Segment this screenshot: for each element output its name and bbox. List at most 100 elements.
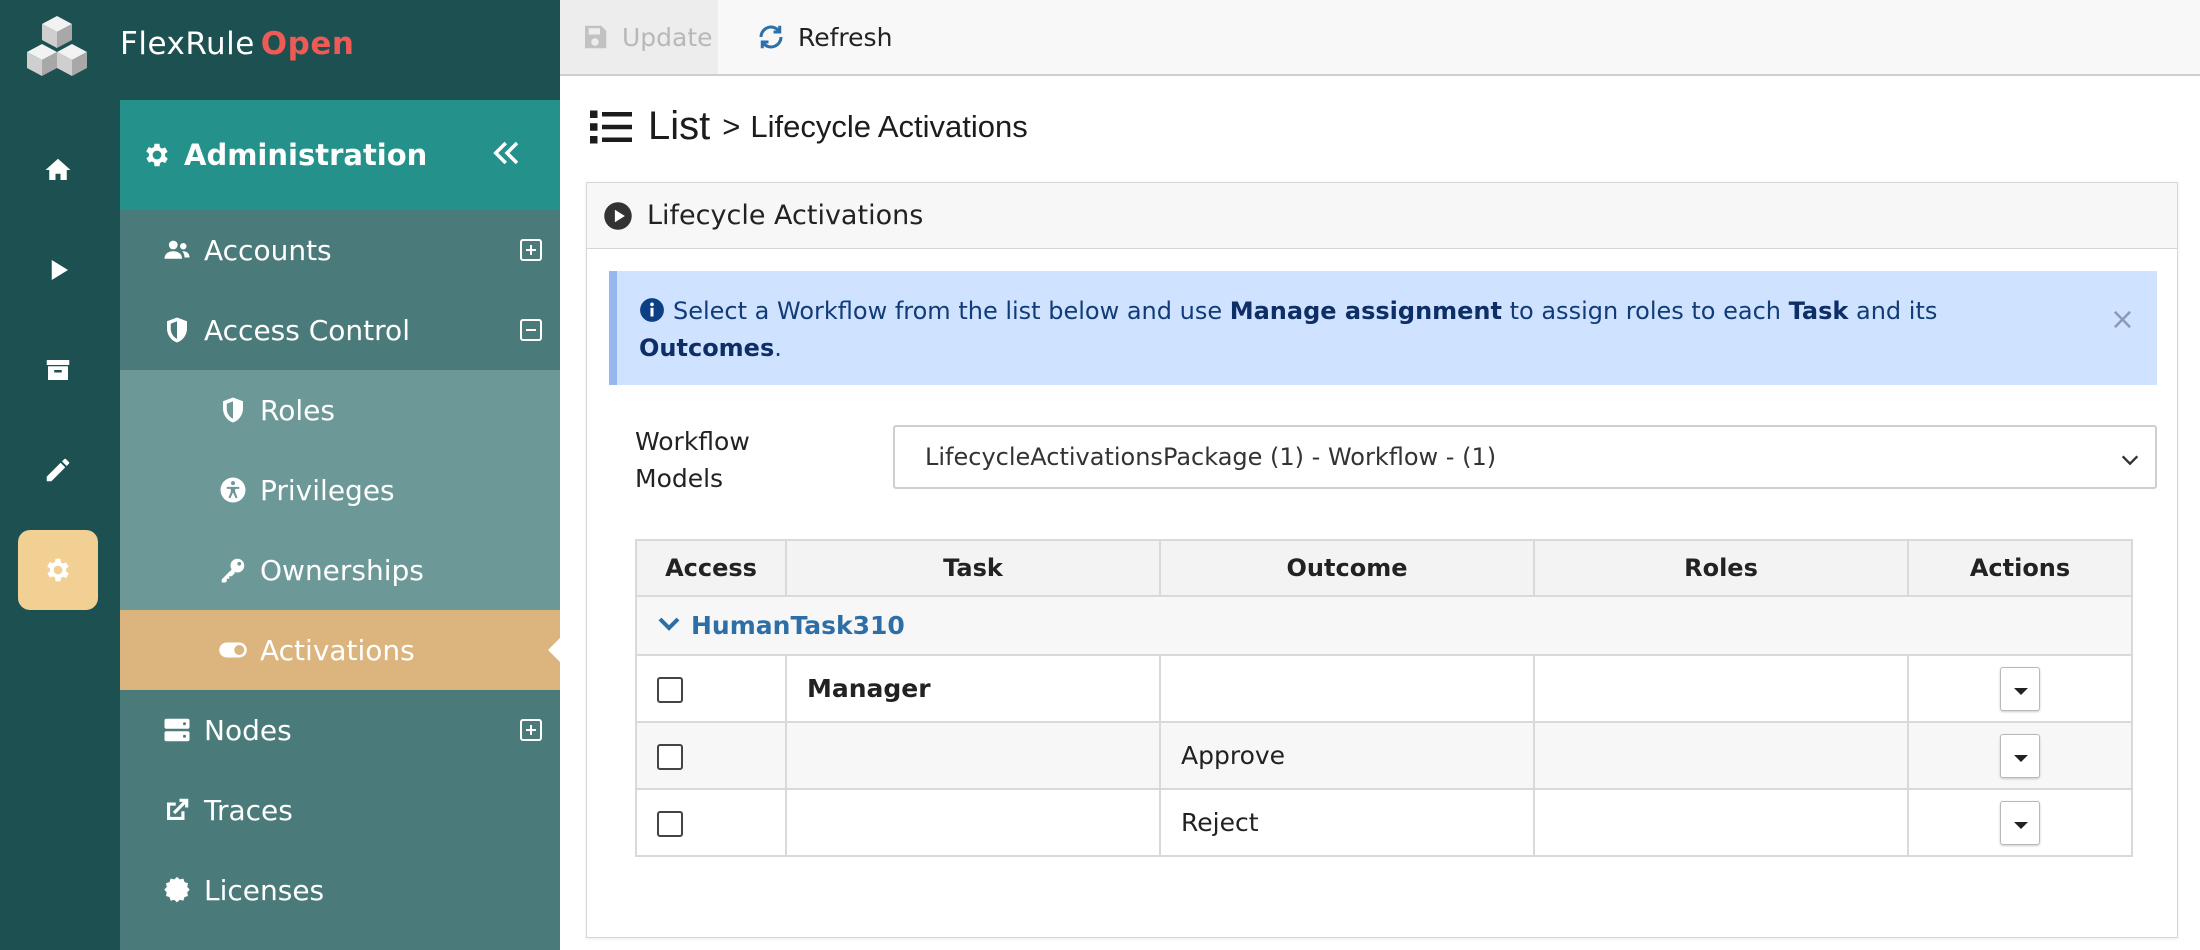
- brand-name: FlexRule Open: [120, 26, 354, 62]
- outcome-cell: Reject: [1159, 788, 1535, 857]
- external-link-icon: [160, 793, 194, 827]
- rail-edit-button[interactable]: [18, 430, 98, 510]
- certificate-icon: [160, 873, 194, 907]
- collapse-icon[interactable]: [520, 319, 542, 341]
- play-circle-icon: [604, 201, 632, 230]
- alert-bold-task: Task: [1788, 297, 1849, 325]
- sidebar-item-label: Privileges: [260, 473, 395, 507]
- roles-cell: [1533, 788, 1909, 857]
- alert-bold-outcomes: Outcomes: [639, 334, 775, 362]
- pencil-icon: [46, 458, 70, 482]
- alert-close-icon[interactable]: ×: [2110, 301, 2135, 338]
- sidebar-item-ownerships[interactable]: Ownerships: [120, 530, 560, 610]
- rail-archive-button[interactable]: [18, 330, 98, 410]
- access-checkbox[interactable]: [657, 744, 683, 770]
- roles-cell: [1533, 654, 1909, 723]
- access-cell: [635, 654, 787, 723]
- rail-admin-button[interactable]: [18, 530, 98, 610]
- key-icon: [216, 553, 250, 587]
- sidebar-header: Administration: [120, 100, 560, 210]
- page-title-list: List: [648, 104, 711, 148]
- update-label: Update: [622, 22, 713, 52]
- sidebar-item-label: Access Control: [204, 313, 410, 347]
- shield-icon: [160, 313, 194, 347]
- refresh-button[interactable]: Refresh: [756, 0, 892, 74]
- access-checkbox[interactable]: [657, 811, 683, 837]
- activations-panel: Lifecycle Activations Select a Workflow …: [586, 182, 2178, 938]
- column-header-access[interactable]: Access: [635, 539, 787, 597]
- brand-suffix: Open: [260, 26, 355, 62]
- column-header-actions[interactable]: Actions: [1907, 539, 2133, 597]
- actions-cell: [1907, 788, 2133, 857]
- alert-text: Select a Workflow from the list below an…: [673, 297, 1230, 325]
- update-button[interactable]: Update: [560, 0, 718, 74]
- gear-icon: [47, 558, 69, 582]
- actions-dropdown-button[interactable]: [2000, 800, 2040, 845]
- users-icon: [160, 233, 194, 267]
- chevron-down-icon: [658, 617, 680, 631]
- actions-dropdown-button[interactable]: [2000, 666, 2040, 711]
- breadcrumb-current: Lifecycle Activations: [750, 108, 1028, 144]
- group-cell[interactable]: HumanTask310: [635, 595, 2133, 656]
- access-checkbox[interactable]: [657, 677, 683, 703]
- column-header-outcome[interactable]: Outcome: [1159, 539, 1535, 597]
- info-alert: Select a Workflow from the list below an…: [609, 271, 2157, 385]
- sidebar-item-access-control[interactable]: Access Control: [120, 290, 560, 370]
- brand-header: FlexRule Open: [0, 0, 560, 100]
- group-label: HumanTask310: [691, 611, 905, 640]
- sidebar-item-label: Ownerships: [260, 553, 424, 587]
- chevron-down-icon: [2121, 455, 2139, 466]
- sidebar-item-label: Roles: [260, 393, 335, 427]
- panel-title: Lifecycle Activations: [647, 200, 924, 231]
- actions-cell: [1907, 654, 2133, 723]
- task-cell: [785, 721, 1161, 790]
- accessibility-icon: [216, 473, 250, 507]
- double-chevron-left-icon[interactable]: [492, 138, 522, 168]
- sidebar-item-privileges[interactable]: Privileges: [120, 450, 560, 530]
- expand-icon[interactable]: [520, 719, 542, 741]
- table-row: Reject: [635, 788, 2133, 857]
- sidebar-item-accounts[interactable]: Accounts: [120, 210, 560, 290]
- sidebar-item-label: Traces: [204, 793, 293, 827]
- outcome-cell: [1159, 654, 1535, 723]
- home-icon: [45, 158, 71, 180]
- sidebar-item-nodes[interactable]: Nodes: [120, 690, 560, 770]
- alert-text: and its: [1848, 297, 1938, 325]
- rail-run-button[interactable]: [18, 230, 98, 310]
- icon-rail: [0, 0, 120, 950]
- task-cell: [785, 788, 1161, 857]
- column-header-task[interactable]: Task: [785, 539, 1161, 597]
- sidebar-item-activations[interactable]: Activations: [120, 610, 560, 690]
- assignment-table: Access Task Outcome Roles Actions HumanT…: [635, 539, 2133, 857]
- sidebar-item-traces[interactable]: Traces: [120, 770, 560, 850]
- access-cell: [635, 721, 787, 790]
- cubes-logo-icon: [27, 16, 87, 76]
- server-icon: [160, 713, 194, 747]
- table-group-row[interactable]: HumanTask310: [635, 595, 2133, 656]
- sidebar-item-licenses[interactable]: Licenses: [120, 850, 560, 930]
- alert-text: to assign roles to each: [1502, 297, 1789, 325]
- save-icon: [585, 25, 607, 49]
- sidebar-header-title: Administration: [184, 138, 428, 172]
- expand-icon[interactable]: [520, 239, 542, 261]
- workflow-label-line2: Models: [635, 464, 724, 493]
- play-icon: [51, 260, 68, 280]
- alert-bold-manage-assignment: Manage assignment: [1229, 297, 1502, 325]
- toggle-icon: [216, 633, 250, 667]
- actions-dropdown-button[interactable]: [2000, 733, 2040, 778]
- workflow-models-select[interactable]: LifecycleActivationsPackage (1) - Workfl…: [893, 425, 2157, 489]
- admin-sidebar: Administration Accounts Access Control R…: [120, 100, 560, 950]
- column-header-roles[interactable]: Roles: [1533, 539, 1909, 597]
- alert-text: .: [774, 334, 782, 362]
- workflow-models-label: Workflow Models: [635, 423, 750, 497]
- sidebar-item-label: Activations: [260, 633, 415, 667]
- outcome-cell: Approve: [1159, 721, 1535, 790]
- rail-home-button[interactable]: [18, 130, 98, 210]
- table-row: Manager: [635, 654, 2133, 723]
- refresh-icon: [759, 25, 783, 49]
- gear-icon: [146, 143, 168, 167]
- table-header-row: Access Task Outcome Roles Actions: [635, 539, 2133, 597]
- sidebar-item-roles[interactable]: Roles: [120, 370, 560, 450]
- workflow-label-line1: Workflow: [635, 427, 750, 456]
- table-row: Approve: [635, 721, 2133, 790]
